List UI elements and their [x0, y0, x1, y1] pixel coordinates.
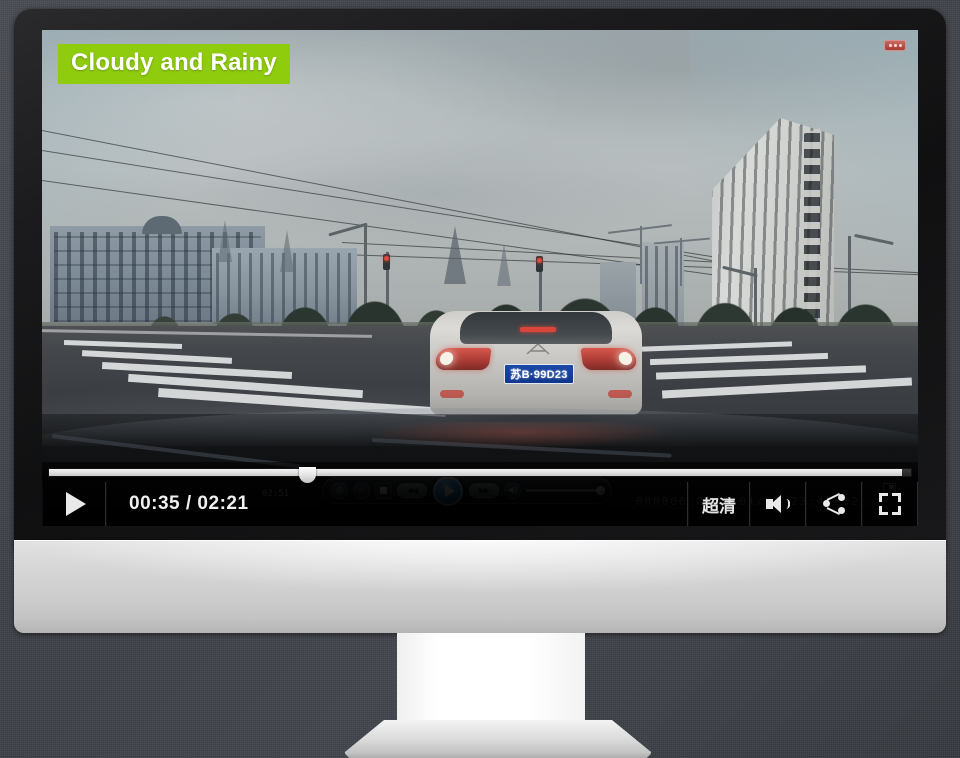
construction-crane	[640, 226, 642, 284]
monitor-screen: 苏B·99D23 000000 2000/01/07 23:48:02 02:5…	[42, 30, 918, 526]
construction-crane	[680, 238, 682, 286]
quality-button[interactable]: 超清	[688, 482, 750, 526]
monitor-bezel-bottom	[14, 540, 946, 633]
volume-icon	[766, 495, 790, 513]
transmission-pylon	[280, 230, 294, 272]
rear-reflector-right	[608, 390, 632, 398]
time-display: 00:35 / 02:21	[106, 482, 688, 526]
transmission-pylon	[497, 244, 511, 286]
volume-button[interactable]	[750, 482, 806, 526]
share-icon	[823, 492, 845, 516]
play-icon	[66, 492, 86, 516]
traffic-light-red	[384, 256, 389, 261]
transmission-pylon	[444, 226, 466, 284]
traffic-light-red	[537, 258, 542, 263]
taillight-right	[580, 348, 638, 370]
license-plate: 苏B·99D23	[504, 364, 574, 384]
third-brake-light	[520, 327, 556, 332]
share-button[interactable]	[806, 482, 862, 526]
computer-monitor: 苏B·99D23 000000 2000/01/07 23:48:02 02:5…	[14, 8, 946, 758]
rear-reflector-left	[440, 390, 464, 398]
video-surface[interactable]: 苏B·99D23 000000 2000/01/07 23:48:02 02:5…	[42, 30, 918, 526]
car-emblem	[525, 342, 551, 356]
hood-reflection	[372, 422, 672, 448]
monitor-stand-base	[344, 720, 652, 758]
controls-row: 00:35 / 02:21 超清	[42, 482, 918, 526]
taillight-left	[434, 348, 492, 370]
recording-indicator-icon	[884, 40, 906, 51]
fullscreen-button[interactable]	[862, 482, 918, 526]
fullscreen-icon	[879, 493, 901, 515]
play-button[interactable]	[42, 482, 106, 526]
progress-buffer	[49, 469, 903, 476]
weather-banner: Cloudy and Rainy	[58, 44, 290, 84]
progress-scrubber-handle[interactable]	[299, 467, 316, 483]
video-player-controls[interactable]: 00:35 / 02:21 超清	[42, 462, 918, 526]
progress-bar[interactable]	[48, 467, 912, 483]
transmission-pylon	[218, 220, 232, 262]
